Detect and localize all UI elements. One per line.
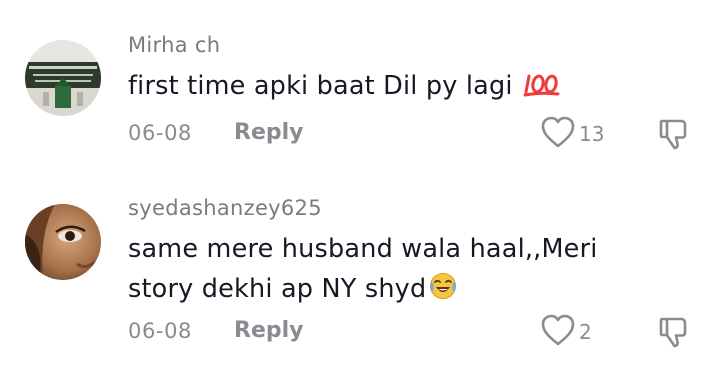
face-with-tears-of-joy-icon — [428, 271, 458, 313]
thumbs-down-outline-icon — [656, 119, 692, 156]
heart-outline-icon — [540, 313, 576, 351]
dislike-button[interactable] — [656, 314, 692, 350]
comment-item: Mirha ch first time apki baat Dil py lag… — [0, 0, 720, 186]
comment-text: first time apki baat Dil py lagi — [128, 66, 688, 110]
comment-text-line-2: story dekhi ap NY shyd — [128, 274, 427, 304]
avatar[interactable] — [25, 204, 101, 280]
comment-meta: 06-08 Reply 2 — [128, 314, 698, 350]
reply-button[interactable]: Reply — [234, 318, 304, 343]
reply-button[interactable]: Reply — [234, 120, 304, 145]
comment-text-line-1: same mere husband wala haal,,Meri — [128, 234, 598, 264]
avatar[interactable] — [25, 40, 101, 116]
dislike-button[interactable] — [656, 116, 692, 152]
username[interactable]: syedashanzey625 — [128, 196, 322, 220]
comment-item: syedashanzey625 same mere husband wala h… — [0, 186, 720, 372]
comment-text: same mere husband wala haal,,Meri story d… — [128, 229, 688, 313]
comment-text-body: first time apki baat Dil py lagi — [128, 71, 513, 101]
comment-date: 06-08 — [128, 121, 193, 145]
hundred-points-icon — [523, 70, 561, 110]
like-count: 2 — [579, 320, 592, 344]
comment-meta: 06-08 Reply 13 — [128, 116, 698, 152]
like-count: 13 — [579, 122, 605, 146]
like-button[interactable]: 13 — [540, 116, 604, 152]
heart-outline-icon — [540, 115, 576, 153]
comment-date: 06-08 — [128, 319, 193, 343]
thumbs-down-outline-icon — [656, 317, 692, 354]
username[interactable]: Mirha ch — [128, 33, 220, 57]
like-button[interactable]: 2 — [540, 314, 592, 350]
